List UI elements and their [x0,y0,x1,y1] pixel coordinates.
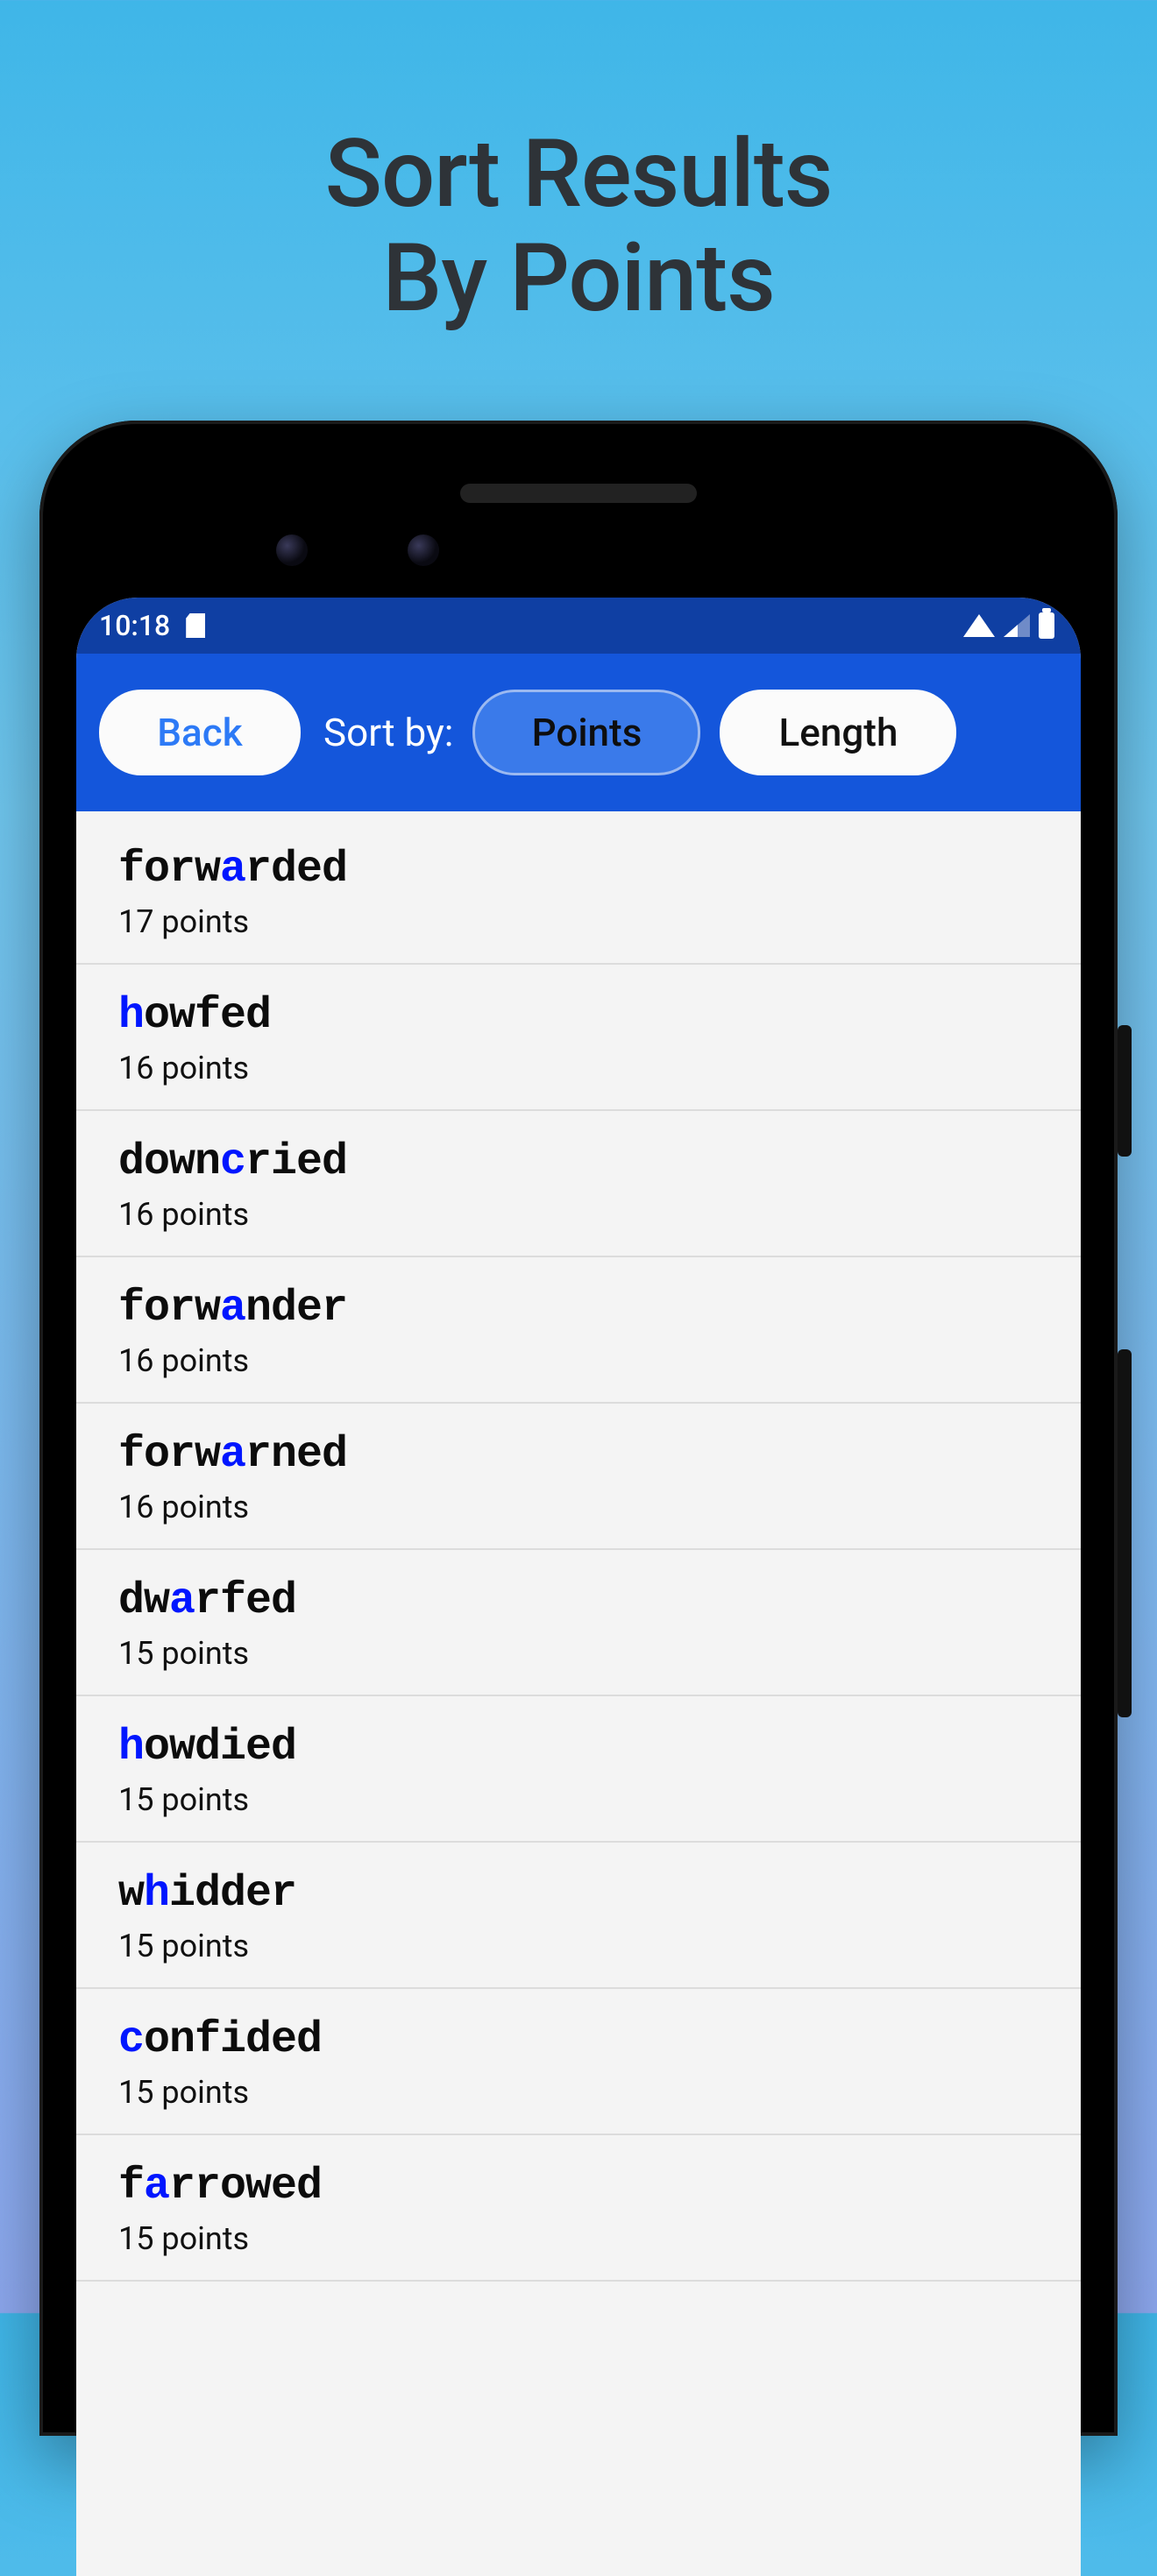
status-time: 10:18 [99,609,170,642]
result-row[interactable]: downcried 16 points [76,1111,1081,1257]
promo-line-2: By Points [0,227,1157,331]
sort-points-button[interactable]: Points [472,690,700,775]
result-row[interactable]: farrowed 15 points [76,2135,1081,2282]
result-word: forwarned [118,1430,1039,1480]
result-points: 15 points [118,1781,1039,1818]
result-points: 16 points [118,1342,1039,1379]
result-points: 17 points [118,903,1039,940]
result-points: 16 points [118,1050,1039,1086]
sort-by-label: Sort by: [323,710,453,755]
phone-side-button [1118,1349,1132,1717]
result-word: forwarded [118,845,1039,895]
sort-length-button[interactable]: Length [720,690,956,775]
result-word: downcried [118,1137,1039,1187]
cellular-signal-icon [1004,614,1030,637]
result-row[interactable]: whidder 15 points [76,1843,1081,1989]
result-word: howdied [118,1723,1039,1773]
camera-dot-icon [408,534,439,566]
result-word: dwarfed [118,1576,1039,1626]
result-row[interactable]: confided 15 points [76,1989,1081,2135]
back-button[interactable]: Back [99,690,301,775]
results-list[interactable]: forwarded17 pointshowfed16 pointsdowncri… [76,811,1081,2282]
camera-dot-icon [276,534,308,566]
result-points: 15 points [118,2074,1039,2111]
result-row[interactable]: forwander 16 points [76,1257,1081,1404]
result-row[interactable]: howdied 15 points [76,1696,1081,1843]
wifi-icon [963,614,995,637]
toolbar: Back Sort by: Points Length [76,654,1081,811]
result-points: 16 points [118,1489,1039,1525]
promo-headline: Sort Results By Points [0,0,1157,331]
result-word: forwander [118,1284,1039,1334]
result-row[interactable]: forwarded 17 points [76,811,1081,965]
result-row[interactable]: howfed 16 points [76,965,1081,1111]
battery-icon [1039,612,1054,639]
phone-screen: 10:18 Back Sort by: Points Length forwar… [76,598,1081,2576]
sd-card-icon [186,613,205,638]
phone-frame: 10:18 Back Sort by: Points Length forwar… [39,421,1118,2436]
promo-line-1: Sort Results [0,123,1157,227]
result-word: farrowed [118,2162,1039,2212]
result-points: 15 points [118,1635,1039,1672]
result-points: 16 points [118,1196,1039,1233]
result-points: 15 points [118,1928,1039,1964]
result-word: whidder [118,1869,1039,1919]
result-word: confided [118,2015,1039,2065]
result-row[interactable]: forwarned 16 points [76,1404,1081,1550]
result-row[interactable]: dwarfed 15 points [76,1550,1081,1696]
result-word: howfed [118,991,1039,1041]
status-bar: 10:18 [76,598,1081,654]
phone-side-button [1118,1025,1132,1157]
result-points: 15 points [118,2220,1039,2257]
